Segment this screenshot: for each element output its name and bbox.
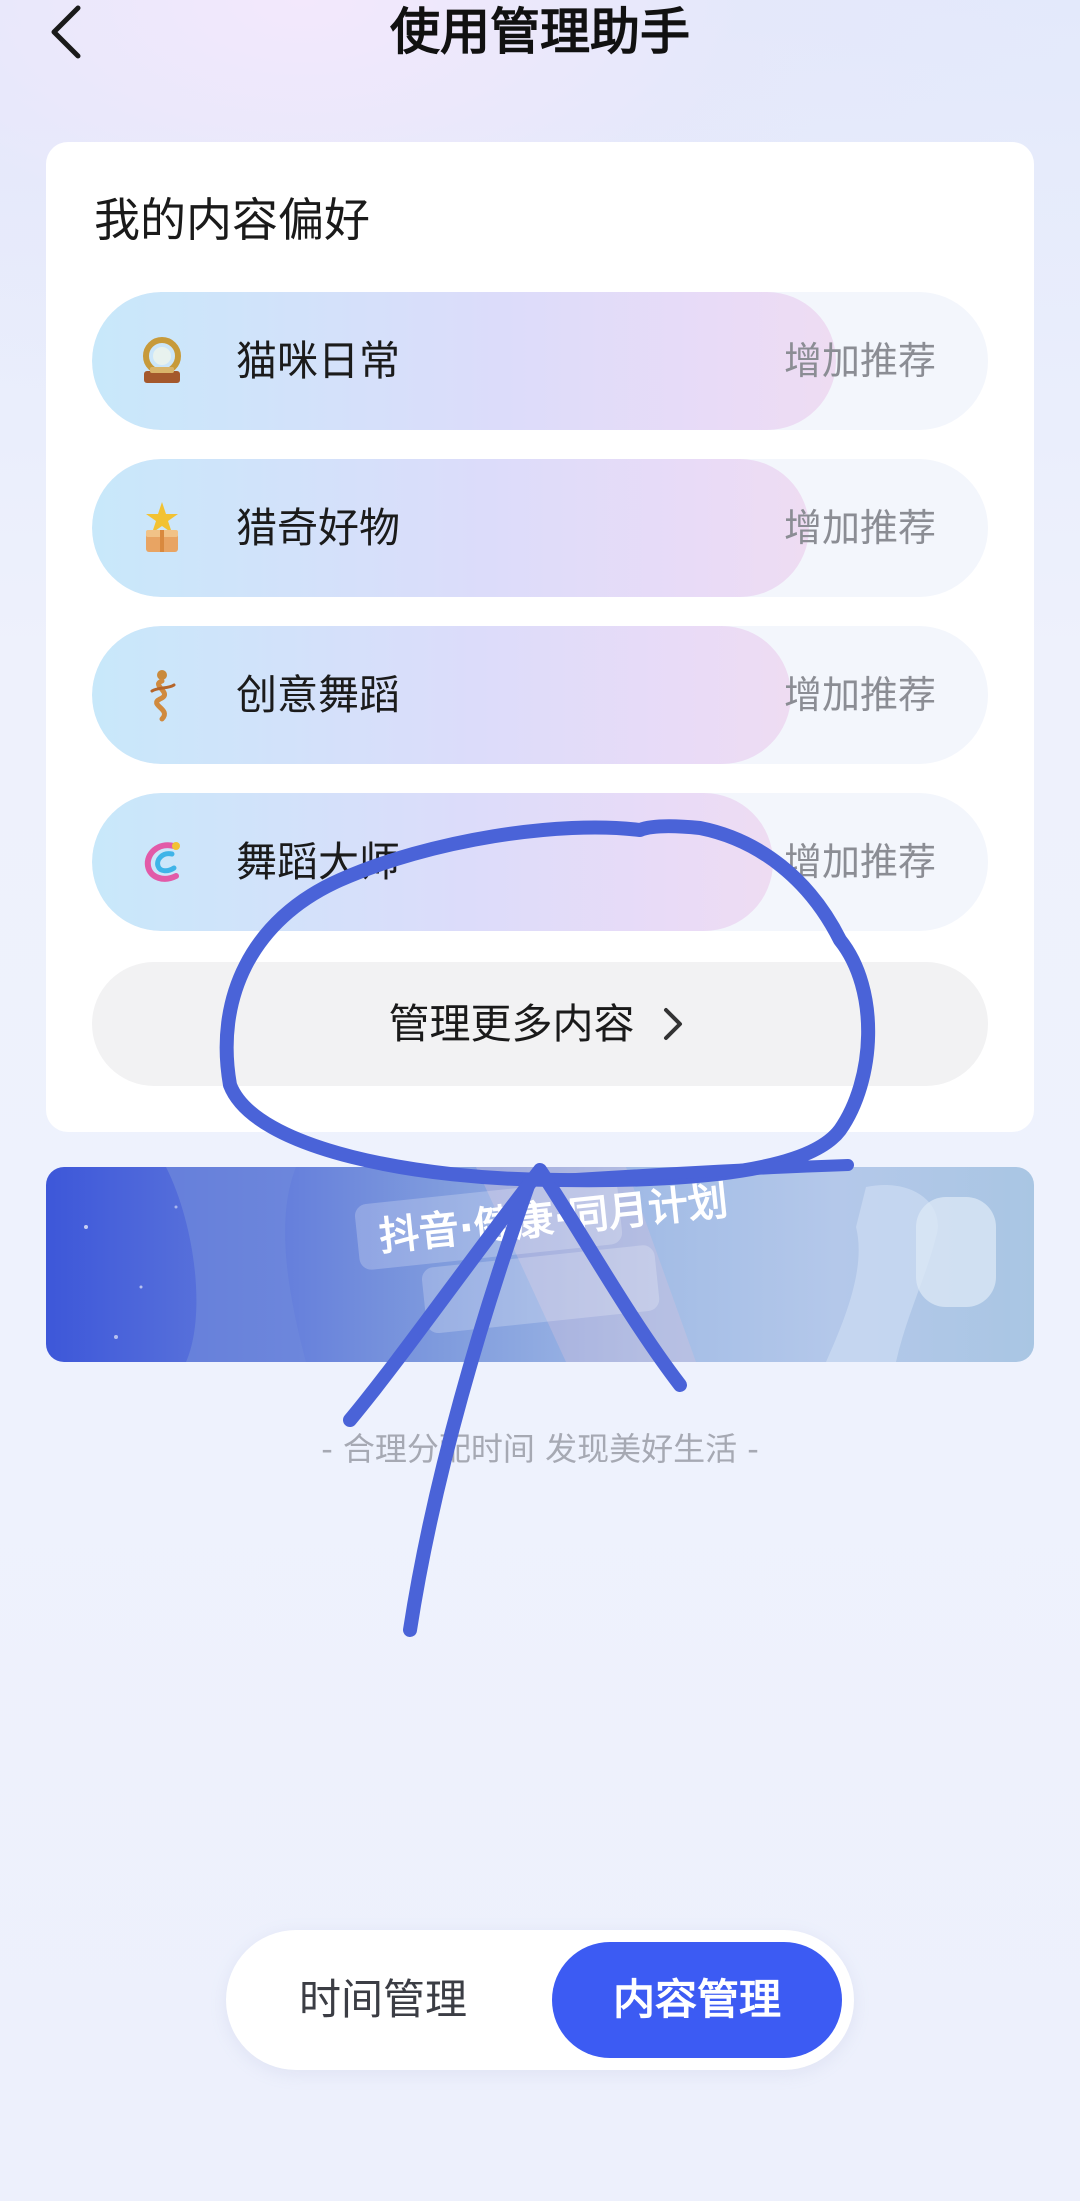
preference-label: 猎奇好物 <box>236 504 400 552</box>
preference-label: 舞蹈大师 <box>236 838 400 886</box>
preference-level-bar <box>92 292 836 430</box>
preference-item-creative-dance[interactable]: 创意舞蹈 增加推荐 <box>92 626 988 764</box>
preference-item-curious-goods[interactable]: 猎奇好物 增加推荐 <box>92 459 988 597</box>
preference-level-bar <box>92 459 809 597</box>
card-title: 我的内容偏好 <box>94 193 370 247</box>
cat-badge-icon <box>143 337 181 383</box>
tab-time-management[interactable]: 时间管理 <box>238 1942 528 2058</box>
preference-item-dance-master[interactable]: 舞蹈大师 增加推荐 <box>92 793 988 931</box>
manage-more-content-button[interactable]: 管理更多内容 <box>92 962 988 1086</box>
tab-content-management[interactable]: 内容管理 <box>552 1942 842 2058</box>
preference-level-bar <box>92 626 791 764</box>
preference-label: 猫咪日常 <box>236 337 400 385</box>
dance-master-icon <box>144 842 180 882</box>
slogan-text: - 合理分配时间 发现美好生活 - <box>321 1430 759 1468</box>
chevron-right-icon <box>663 1008 682 1040</box>
dancer-icon <box>150 670 176 722</box>
preference-item-cat-daily[interactable]: 猫咪日常 增加推荐 <box>92 292 988 430</box>
content-preference-card: 我的内容偏好 猫咪日常 增加推荐 猎奇好物 增加推荐 创意舞蹈 增加推荐 舞蹈大… <box>46 142 1034 1132</box>
add-recommendation-button[interactable]: 增加推荐 <box>784 459 936 597</box>
add-recommendation-button[interactable]: 增加推荐 <box>784 292 936 430</box>
bottom-tab-bar: 时间管理 内容管理 <box>226 1930 854 2070</box>
promo-banner[interactable]: 抖音·健康·同月计划 <box>46 1167 1034 1362</box>
page-title: 使用管理助手 <box>390 3 690 61</box>
add-recommendation-button[interactable]: 增加推荐 <box>784 626 936 764</box>
gift-box-icon <box>146 502 178 552</box>
header: 使用管理助手 <box>0 0 1080 80</box>
preference-label: 创意舞蹈 <box>236 671 400 719</box>
add-recommendation-button[interactable]: 增加推荐 <box>784 793 936 931</box>
manage-more-label: 管理更多内容 <box>388 1000 635 1048</box>
banner-artwork: 抖音·健康·同月计划 <box>84 1167 996 1362</box>
preference-level-bar <box>92 793 773 931</box>
